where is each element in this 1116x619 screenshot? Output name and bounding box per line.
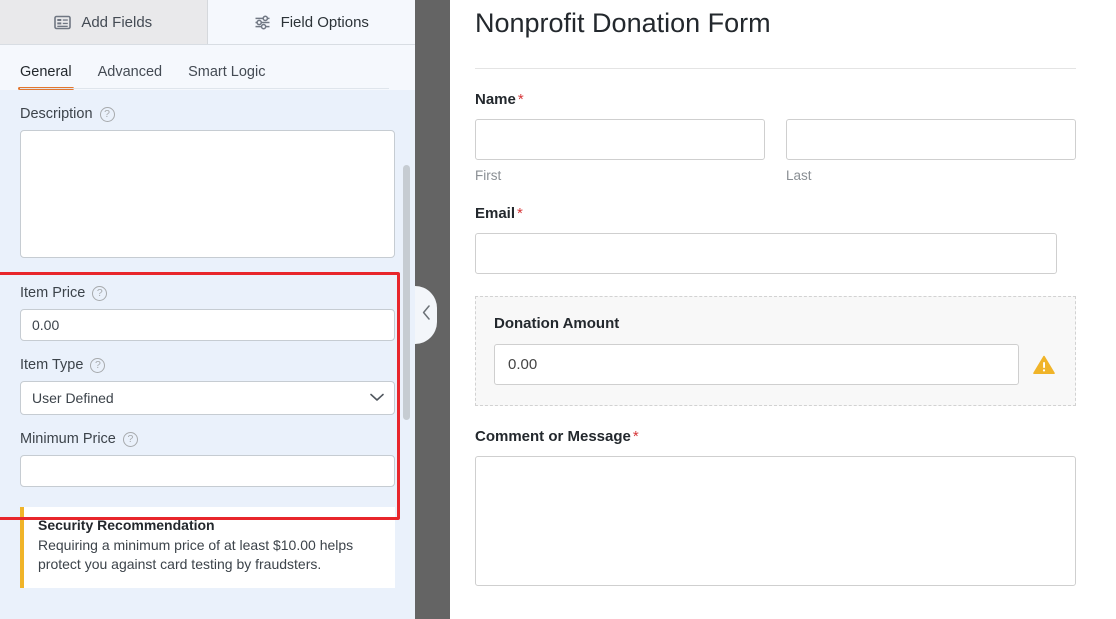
donation-amount-row: 0.00 <box>494 344 1055 385</box>
preview-label-name: Name * <box>475 91 1076 108</box>
sub-tab-general[interactable]: General <box>18 64 74 90</box>
security-recommendation-text: Requiring a minimum price of at least $1… <box>38 537 354 573</box>
help-icon[interactable]: ? <box>92 285 108 301</box>
preview-label-donation-amount: Donation Amount <box>494 315 1055 332</box>
left-panel-scroll-thumb[interactable] <box>403 165 410 420</box>
item-type-label-text: Item Type <box>20 357 84 373</box>
first-name-sublabel: First <box>475 168 502 183</box>
required-indicator: * <box>517 91 524 108</box>
description-input[interactable] <box>20 130 395 258</box>
description-label-text: Description <box>20 106 93 122</box>
name-first-col: First <box>475 119 765 183</box>
page-title: Nonprofit Donation Form <box>475 8 771 38</box>
preview-label-email-text: Email <box>475 205 516 222</box>
item-price-label-text: Item Price <box>20 285 86 301</box>
sub-tab-smart-logic-label: Smart Logic <box>188 64 266 80</box>
donation-amount-value: 0.00 <box>508 356 538 373</box>
panel-tab-bar: Add Fields Field Options <box>0 0 415 45</box>
collapse-panel-button[interactable] <box>415 286 437 344</box>
form-list-icon <box>54 15 72 30</box>
item-type-selected-value: User Defined <box>32 390 114 406</box>
panel-divider <box>415 0 450 619</box>
chevron-left-icon <box>422 305 431 325</box>
last-name-input[interactable] <box>786 119 1076 160</box>
tab-add-fields[interactable]: Add Fields <box>0 0 208 44</box>
minimum-price-label: Minimum Price ? <box>20 431 395 447</box>
preview-label-donation-amount-text: Donation Amount <box>494 315 620 332</box>
form-preview-panel: Nonprofit Donation Form Name * First Last <box>450 0 1116 619</box>
sub-tab-smart-logic[interactable]: Smart Logic <box>188 64 265 90</box>
first-name-input[interactable] <box>475 119 765 160</box>
security-recommendation-title: Security Recommendation <box>38 517 215 533</box>
preview-field-email[interactable]: Email * <box>475 183 1076 274</box>
last-name-sublabel: Last <box>786 168 812 183</box>
sub-tab-advanced-label: Advanced <box>97 64 163 80</box>
sliders-icon <box>254 15 271 30</box>
minimum-price-field-group: Minimum Price ? <box>0 431 415 487</box>
preview-label-name-text: Name <box>475 91 516 108</box>
comment-textarea[interactable] <box>475 456 1076 586</box>
help-icon[interactable]: ? <box>122 431 138 447</box>
name-inputs-row: First Last <box>475 119 1076 183</box>
donation-amount-input[interactable]: 0.00 <box>494 344 1019 385</box>
form-builder-app: Add Fields Field Options General Advance… <box>0 0 1116 619</box>
minimum-price-input[interactable] <box>20 455 395 487</box>
help-icon[interactable]: ? <box>99 106 115 122</box>
description-label: Description ? <box>20 106 395 122</box>
left-panel-scrollbar[interactable] <box>403 85 410 619</box>
preview-field-comment[interactable]: Comment or Message * <box>475 406 1076 586</box>
preview-label-comment-text: Comment or Message <box>475 428 631 445</box>
item-type-select-wrap: User Defined <box>20 381 395 415</box>
sub-tab-general-label: General <box>20 64 72 80</box>
sub-tab-advanced[interactable]: Advanced <box>98 64 163 90</box>
minimum-price-label-text: Minimum Price <box>20 431 116 447</box>
email-input[interactable] <box>475 233 1057 274</box>
required-indicator: * <box>632 428 639 445</box>
name-last-col: Last <box>786 119 1076 183</box>
item-price-label: Item Price ? <box>20 285 395 301</box>
item-type-field-group: Item Type ? User Defined <box>0 357 415 415</box>
sub-tab-bar: General Advanced Smart Logic <box>0 45 415 90</box>
warning-triangle-icon[interactable] <box>1033 355 1055 375</box>
security-recommendation-note: Security Recommendation Requiring a mini… <box>20 507 395 588</box>
field-options-body: Description ? Item Price ? Item Type ? <box>0 90 415 619</box>
item-type-label: Item Type ? <box>20 357 395 373</box>
tab-field-options[interactable]: Field Options <box>207 0 415 44</box>
item-price-input[interactable] <box>20 309 395 341</box>
preview-label-comment: Comment or Message * <box>475 428 1076 445</box>
tab-add-fields-label: Add Fields <box>81 13 153 31</box>
description-field-group: Description ? <box>0 106 415 263</box>
item-type-select[interactable]: User Defined <box>20 381 395 415</box>
help-icon[interactable]: ? <box>90 357 106 373</box>
field-options-panel: Add Fields Field Options General Advance… <box>0 0 415 619</box>
preview-field-donation-amount[interactable]: Donation Amount 0.00 <box>475 296 1076 406</box>
tab-field-options-label: Field Options <box>280 13 369 31</box>
preview-label-email: Email * <box>475 205 1076 222</box>
preview-field-name[interactable]: Name * First Last <box>475 69 1076 183</box>
required-indicator: * <box>517 205 523 222</box>
item-price-field-group: Item Price ? <box>0 263 415 341</box>
